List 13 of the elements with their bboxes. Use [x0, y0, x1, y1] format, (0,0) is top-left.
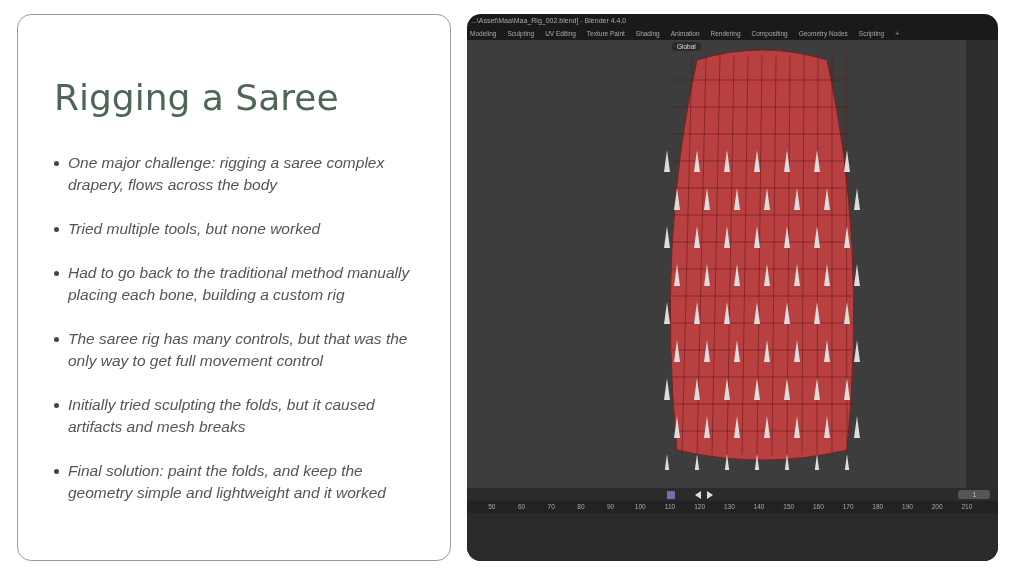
- bullet-dot: [54, 271, 59, 276]
- slide-title: Rigging a Saree: [54, 77, 340, 118]
- bullet-text: The saree rig has many controls, but that was the only way to get full movement control: [68, 329, 409, 371]
- bullet-text: Initially tried sculpting the folds, but it caused artifacts and mesh breaks: [68, 395, 376, 437]
- bullet-text: Final solution: paint the folds, and keep the geometry simple and lightweight and it worked: [68, 461, 388, 503]
- bullet-text: Had to go back to the traditional method manually placing each bone, building a custom rig: [68, 263, 411, 305]
- bullet-text: Tried multiple tools, but none worked: [68, 219, 321, 239]
- bullet-dot: [54, 337, 59, 342]
- bullet-dot: [54, 227, 59, 232]
- bullet-dot: [54, 403, 59, 408]
- bullet-dot: [54, 469, 59, 474]
- bullet-dot: [54, 161, 59, 166]
- bullet-text: One major challenge: rigging a saree complex drapery, flows across the body: [68, 153, 386, 195]
